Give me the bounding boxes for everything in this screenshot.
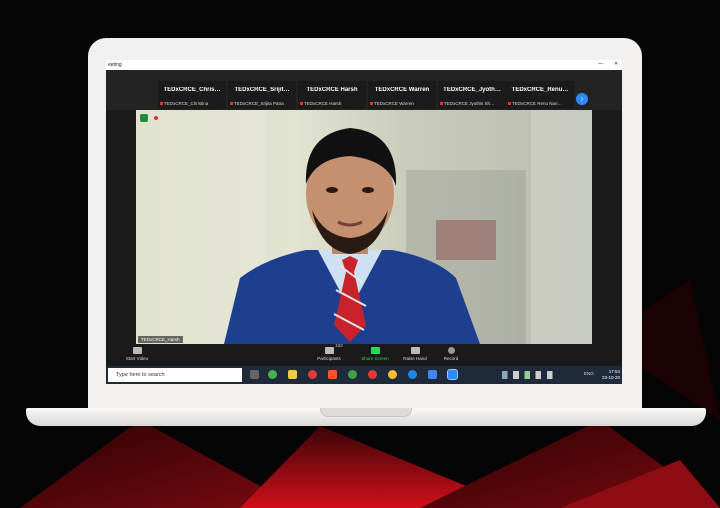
mic-muted-icon (440, 102, 443, 106)
tile-sub: TEDxCRCE Warren (374, 101, 414, 106)
zoom-app-icon[interactable] (447, 369, 458, 380)
mic-muted-icon (370, 102, 373, 106)
taskbar-clock[interactable]: 17:54 23-10-20 (602, 369, 620, 381)
tile-sub: TEDxCRCE Harsh (304, 101, 342, 106)
edge-icon[interactable] (408, 370, 417, 379)
brave-icon[interactable] (328, 370, 337, 379)
system-tray-icons[interactable] (502, 371, 572, 379)
laptop-screen: eeting — ✕ TEDxCRCE_Chris… TEDxCRCE_Chri… (106, 60, 622, 384)
windows-taskbar: Type here to search ENG 17:54 23-10-20 (106, 366, 622, 384)
chrome-icon[interactable] (268, 370, 277, 379)
camera-icon (132, 347, 142, 354)
file-explorer-icon[interactable] (288, 370, 297, 379)
next-page-icon[interactable]: › (576, 93, 588, 105)
participant-tile[interactable]: TEDxCRCE_Jyoth… TEDxCRCE Jyothis Sh… (438, 81, 506, 109)
participant-tile[interactable]: TEDxCRCE_Srijit… TEDxCRCE_Srijita Patra (228, 81, 296, 109)
clock-date: 23-10-20 (602, 375, 621, 380)
active-speaker-video: TEDxCRCE_Harsh (136, 110, 592, 344)
tile-name: TEDxCRCE_Chris… (163, 87, 221, 93)
tile-sub: TEDxCRCE Renu Nan… (512, 101, 563, 106)
laptop-notch (320, 408, 412, 417)
start-video-button[interactable]: Start Video (120, 344, 154, 361)
record-icon (447, 347, 455, 354)
window-titlebar: eeting — ✕ (106, 60, 622, 70)
participants-label: Participants (317, 356, 341, 361)
recording-dot-icon (154, 116, 158, 120)
speaker-figure (136, 110, 592, 344)
gallery-strip: TEDxCRCE_Chris… TEDxCRCE_Christina TEDxC… (106, 70, 622, 110)
share-screen-button[interactable]: Share Screen (358, 344, 392, 361)
raise-hand-label: Raise Hand (403, 356, 427, 361)
tile-name: TEDxCRCE_Srijit… (234, 87, 290, 93)
tile-name: TEDxCRCE Warren (374, 87, 430, 93)
tile-sub: TEDxCRCE_Christina (164, 101, 209, 106)
mic-muted-icon (160, 102, 163, 106)
zoom-shield-icon[interactable] (140, 114, 148, 122)
chrome-profile-icon[interactable] (308, 370, 317, 379)
mic-muted-icon (508, 102, 511, 106)
share-screen-label: Share Screen (361, 356, 389, 361)
participant-tile[interactable]: TEDxCRCE Harsh TEDxCRCE Harsh (298, 81, 366, 109)
speaker-name-label: TEDxCRCE_Harsh (138, 336, 183, 343)
tile-name: TEDxCRCE_Renu… (511, 87, 569, 93)
tile-sub: TEDxCRCE Jyothis Sh… (444, 101, 495, 106)
mic-muted-icon (300, 102, 303, 106)
participant-tile[interactable]: TEDxCRCE_Renu… TEDxCRCE Renu Nan… (506, 81, 574, 109)
task-view-icon[interactable] (250, 370, 259, 379)
participants-count: 163 (335, 343, 343, 348)
start-video-label: Start Video (125, 356, 149, 361)
meeting-controls: Start Video Participants 163 Share Scree… (106, 343, 622, 366)
chrome-icon[interactable] (388, 370, 397, 379)
taskbar-search[interactable]: Type here to search (108, 368, 242, 382)
app-icon[interactable] (428, 370, 437, 379)
minimize-button[interactable]: — (598, 61, 603, 67)
tile-sub: TEDxCRCE_Srijita Patra (234, 101, 284, 106)
raise-hand-button[interactable]: Raise Hand (398, 344, 432, 361)
chrome-icon[interactable] (348, 370, 357, 379)
close-button[interactable]: ✕ (614, 61, 618, 67)
mic-muted-icon (230, 102, 233, 106)
participants-icon (324, 347, 334, 354)
tile-name: TEDxCRCE_Jyoth… (443, 87, 501, 93)
record-button[interactable]: Record (436, 344, 466, 361)
tile-name: TEDxCRCE Harsh (306, 87, 358, 93)
hand-icon (410, 347, 420, 354)
participant-tile[interactable]: TEDxCRCE_Chris… TEDxCRCE_Christina (158, 81, 226, 109)
window-title: eeting (108, 62, 122, 68)
participant-tile[interactable]: TEDxCRCE Warren TEDxCRCE Warren (368, 81, 436, 109)
chrome-icon[interactable] (368, 370, 377, 379)
language-indicator[interactable]: ENG (584, 371, 594, 376)
record-label: Record (443, 356, 459, 361)
share-screen-icon (370, 347, 380, 354)
